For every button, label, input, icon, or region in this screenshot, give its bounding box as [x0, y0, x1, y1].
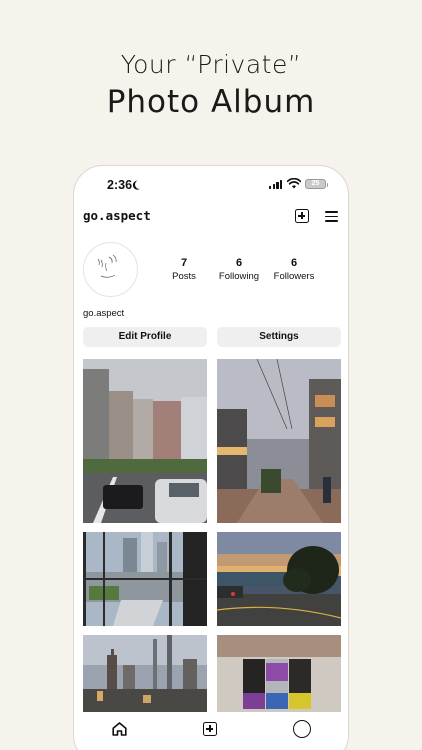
stat-following[interactable]: 6 Following	[212, 257, 266, 282]
followers-label: Followers	[273, 271, 315, 282]
settings-button[interactable]: Settings	[217, 327, 341, 347]
add-post-icon[interactable]	[203, 722, 217, 736]
posts-count: 7	[180, 257, 188, 269]
header-username: go.aspect	[83, 208, 151, 223]
photo-tile[interactable]	[217, 359, 341, 523]
home-icon[interactable]	[112, 722, 127, 736]
office-window-photo	[83, 532, 207, 626]
plus-square-icon[interactable]	[295, 209, 309, 223]
photo-tile[interactable]	[83, 532, 207, 626]
photo-tile[interactable]	[217, 532, 341, 626]
stat-followers[interactable]: 6 Followers	[267, 257, 321, 282]
menu-icon[interactable]	[325, 211, 338, 222]
following-count: 6	[235, 257, 243, 269]
status-time: 2:36	[107, 178, 133, 192]
tab-bar	[74, 712, 348, 750]
sunset-road-photo	[217, 532, 341, 626]
headline-line-2: Photo Album	[106, 84, 316, 120]
phone-frame: 2:36 25 go.aspect 7 Posts 6 Following 6 …	[73, 165, 349, 750]
avatar[interactable]	[83, 242, 138, 297]
posts-label: Posts	[172, 271, 196, 282]
edit-profile-button[interactable]: Edit Profile	[83, 327, 207, 347]
sketch-face-icon	[97, 254, 117, 278]
followers-count: 6	[290, 257, 298, 269]
profile-icon[interactable]	[293, 720, 311, 738]
following-label: Following	[218, 271, 260, 282]
moon-icon	[134, 179, 144, 189]
headline-line-1: Your “Private”	[120, 50, 302, 79]
photo-tile[interactable]	[83, 359, 207, 523]
status-bar: 2:36 25	[74, 166, 348, 204]
stat-posts: 7 Posts	[164, 257, 204, 282]
battery-icon: 25	[305, 179, 328, 189]
dusk-street-photo	[217, 359, 341, 523]
profile-name: go.aspect	[83, 308, 125, 319]
signal-icon	[269, 180, 283, 189]
city-street-photo	[83, 359, 207, 523]
wifi-icon	[287, 178, 301, 189]
